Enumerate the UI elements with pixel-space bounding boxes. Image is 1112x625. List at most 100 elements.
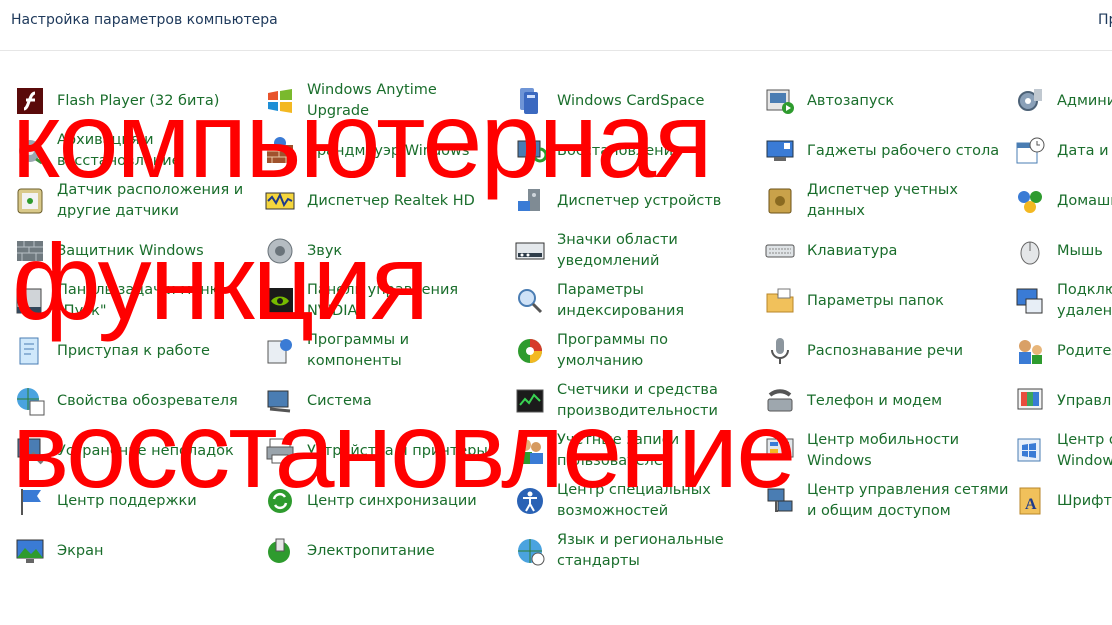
cp-item-homegroup[interactable]: Домашн [1014, 180, 1112, 222]
cp-item-remote-connection[interactable]: Подклю удаленн [1014, 280, 1112, 322]
cp-item-parental-controls[interactable]: Родител [1014, 330, 1112, 372]
cp-item-region-language[interactable]: Язык и региональные стандарты [514, 530, 754, 572]
action-center-flag-icon [14, 485, 46, 517]
cp-item-label: Распознавание речи [807, 330, 1002, 372]
cp-item-label: Диспетчер устройств [557, 180, 752, 222]
cp-item-speech-recognition[interactable]: Распознавание речи [764, 330, 1004, 372]
cp-item-label-line: компоненты [307, 353, 402, 369]
cp-item-autorun[interactable]: Автозапуск [764, 80, 1004, 122]
cp-item-manage[interactable]: Управле [1014, 380, 1112, 422]
microphone-icon [764, 335, 796, 367]
cp-item-label-line: Параметры [557, 282, 644, 298]
taskbar-icon [14, 285, 46, 317]
cp-item-label: Центр синхронизации [307, 480, 502, 522]
cp-item-label: Брандмауэр Windows [307, 130, 502, 172]
cp-item-label-line: и общим доступом [807, 503, 951, 519]
cp-item-flash-player[interactable]: Flash Player (32 бита) [14, 80, 254, 122]
cp-item-label-line: Админи [1057, 92, 1112, 109]
cp-item-troubleshooting[interactable]: Устранение неполадок [14, 430, 254, 472]
cp-item-realtek-hd-manager[interactable]: Диспетчер Realtek HD [264, 180, 504, 222]
cp-item-label-line: Экран [57, 542, 104, 559]
cp-item-windows-cardspace[interactable]: Windows CardSpace [514, 80, 754, 122]
cp-item-label-line: Свойства обозревателя [57, 392, 238, 409]
cp-item-label: Управле [1057, 380, 1112, 422]
programs-icon [264, 335, 296, 367]
cp-item-sync-center[interactable]: Центр синхронизации [264, 480, 504, 522]
cp-item-sound[interactable]: Звук [264, 230, 504, 272]
cp-item-recovery[interactable]: Восстановление [514, 130, 754, 172]
cp-item-label-line: Панель задач и меню [57, 282, 222, 298]
nvidia-icon [264, 285, 296, 317]
cp-item-backup-restore[interactable]: Архивация и восстановление [14, 130, 254, 172]
cp-item-label: Диспетчер учетных данных [807, 180, 1002, 222]
cp-item-windows-center[interactable]: Центр о Window [1014, 430, 1112, 472]
cp-item-mouse[interactable]: Мышь [1014, 230, 1112, 272]
cp-item-label: Свойства обозревателя [57, 380, 252, 422]
cp-item-label-line: Родител [1057, 342, 1112, 359]
cp-item-internet-options[interactable]: Свойства обозревателя [14, 380, 254, 422]
cp-item-label-line: Параметры папок [807, 292, 944, 309]
cp-item-mobility-center[interactable]: Центр мобильности Windows [764, 430, 1004, 472]
cp-item-user-accounts[interactable]: Учетные записи пользователей [514, 430, 754, 472]
mouse-icon [1014, 235, 1046, 267]
cp-item-getting-started[interactable]: Приступая к работе [14, 330, 254, 372]
cp-item-label: Домашн [1057, 180, 1112, 222]
cp-item-label: Датчик расположения и другие датчики [57, 180, 252, 222]
cp-item-fonts[interactable]: A Шрифты [1014, 480, 1112, 522]
cp-item-label-line: Upgrade [307, 103, 369, 119]
cp-item-display[interactable]: Экран [14, 530, 254, 572]
cp-item-label-line: стандарты [557, 553, 640, 569]
cp-item-windows-anytime-upgrade[interactable]: Windows Anytime Upgrade [264, 80, 504, 122]
cp-item-label: Значки области уведомлений [557, 230, 752, 272]
view-by-label[interactable]: Пр [1098, 12, 1112, 28]
backup-icon [14, 135, 46, 167]
cp-item-phone-modem[interactable]: Телефон и модем [764, 380, 1004, 422]
cp-item-devices-printers[interactable]: Устройства и принтеры [264, 430, 504, 472]
cp-item-label-line: Управле [1057, 392, 1112, 409]
cp-item-label-line: Звук [307, 242, 343, 259]
cp-item-system[interactable]: Система [264, 380, 504, 422]
cp-item-action-center[interactable]: Центр поддержки [14, 480, 254, 522]
cp-item-default-programs[interactable]: Программы по умолчанию [514, 330, 754, 372]
cp-item-label-line: Центр управления сетями [807, 482, 1009, 498]
cp-item-windows-firewall[interactable]: Брандмауэр Windows [264, 130, 504, 172]
cp-item-windows-defender[interactable]: Защитник Windows [14, 230, 254, 272]
cp-item-label: Электропитание [307, 530, 502, 572]
cp-item-label-line: другие датчики [57, 203, 179, 219]
cp-item-programs-features[interactable]: Программы и компоненты [264, 330, 504, 372]
cp-item-location-sensors[interactable]: Датчик расположения и другие датчики [14, 180, 254, 222]
cp-item-folder-options[interactable]: Параметры папок [764, 280, 1004, 322]
cp-item-label-line: NVIDIA [307, 303, 358, 319]
cp-item-label-line: пользователей [557, 453, 673, 469]
page-title: Настройка параметров компьютера [11, 12, 278, 28]
cp-item-device-manager[interactable]: Диспетчер устройств [514, 180, 754, 222]
cp-item-label-line: Учетные записи [557, 432, 680, 448]
internet-options-icon [14, 385, 46, 417]
cp-item-ease-of-access[interactable]: Центр специальных возможностей [514, 480, 754, 522]
cp-item-label: Устройства и принтеры [307, 430, 502, 472]
cp-item-desktop-gadgets[interactable]: Гаджеты рабочего стола [764, 130, 1004, 172]
cp-item-label: Дата и в [1057, 130, 1112, 172]
cp-item-network-sharing[interactable]: Центр управления сетями и общим доступом [764, 480, 1009, 522]
cp-item-administration[interactable]: Админи [1014, 80, 1112, 122]
cp-item-label-line: Приступая к работе [57, 342, 210, 359]
cp-item-label: Панель управления NVIDIA [307, 280, 502, 322]
cp-item-performance[interactable]: Счетчики и средства производительности [514, 380, 754, 422]
cp-item-label: Система [307, 380, 502, 422]
cp-item-label-line: данных [807, 203, 865, 219]
cp-item-label: Панель задач и меню "Пуск" [57, 280, 252, 322]
cp-item-notification-icons[interactable]: Значки области уведомлений [514, 230, 754, 272]
cp-item-label-line: Клавиатура [807, 242, 898, 259]
cp-item-indexing-options[interactable]: Параметры индексирования [514, 280, 754, 322]
cp-item-label-line: Автозапуск [807, 92, 895, 109]
cp-item-keyboard[interactable]: Клавиатура [764, 230, 1004, 272]
cp-item-label-line: Центр специальных [557, 482, 711, 498]
cp-item-nvidia-control-panel[interactable]: Панель управления NVIDIA [264, 280, 504, 322]
cp-item-label-line: Центр мобильности [807, 432, 960, 448]
cp-item-taskbar-start-menu[interactable]: Панель задач и меню "Пуск" [14, 280, 254, 322]
parental-controls-icon [1014, 335, 1046, 367]
cp-item-credential-manager[interactable]: Диспетчер учетных данных [764, 180, 1004, 222]
cp-item-power-options[interactable]: Электропитание [264, 530, 504, 572]
cp-item-date-time[interactable]: Дата и в [1014, 130, 1112, 172]
cp-item-label: Счетчики и средства производительности [557, 380, 752, 422]
